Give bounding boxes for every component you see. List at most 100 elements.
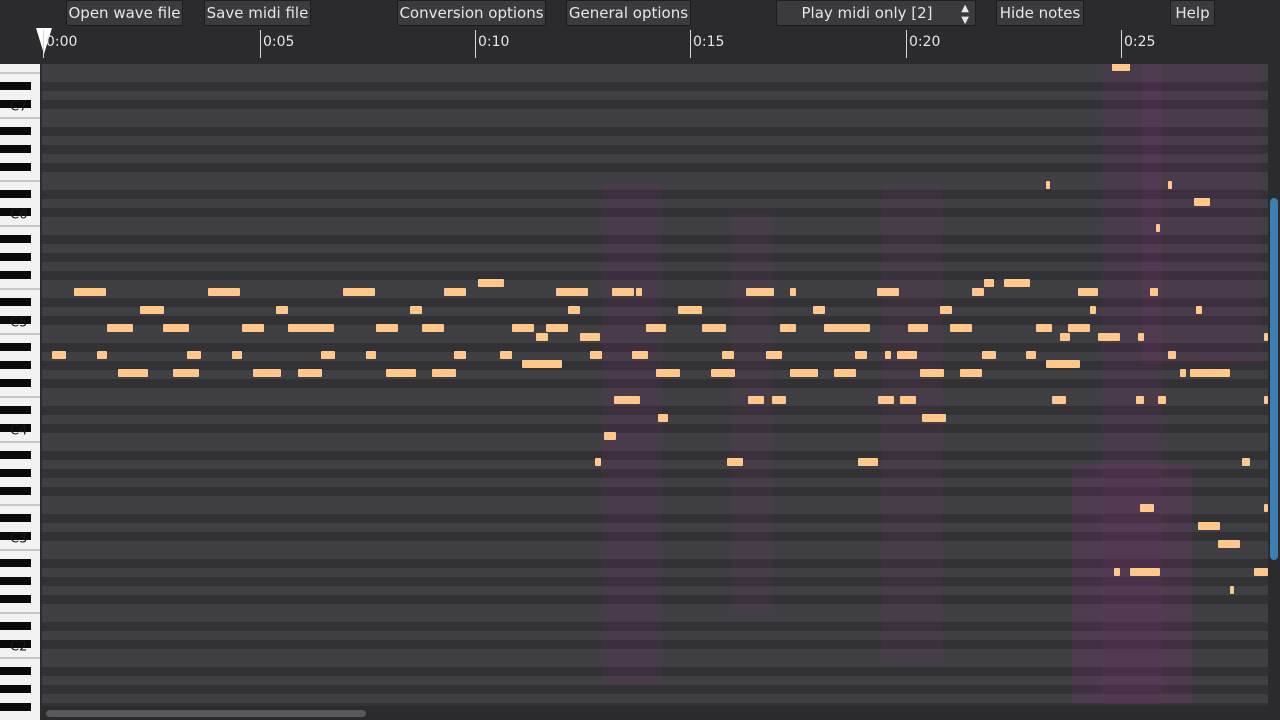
open-wave-file-button[interactable]: Open wave file [66, 0, 183, 26]
timeline-ruler[interactable]: 0:00 0:05 0:10 0:15 0:20 0:25 [36, 28, 1280, 60]
midi-note[interactable] [702, 324, 726, 332]
midi-note[interactable] [1196, 306, 1202, 314]
midi-note[interactable] [1078, 288, 1098, 296]
midi-note[interactable] [1052, 396, 1066, 404]
black-key[interactable] [0, 487, 31, 495]
midi-note[interactable] [1098, 333, 1120, 341]
midi-note[interactable] [253, 369, 281, 377]
horizontal-scroll-thumb[interactable] [46, 710, 366, 717]
midi-note[interactable] [1230, 586, 1234, 594]
black-key[interactable] [0, 577, 31, 585]
midi-note[interactable] [790, 288, 796, 296]
midi-note[interactable] [536, 333, 548, 341]
midi-note[interactable] [1130, 568, 1160, 576]
midi-note[interactable] [1136, 396, 1144, 404]
midi-note[interactable] [950, 324, 972, 332]
midi-note[interactable] [813, 306, 825, 314]
midi-note[interactable] [748, 396, 764, 404]
midi-note[interactable] [834, 369, 856, 377]
black-key[interactable] [0, 190, 31, 198]
midi-note[interactable] [366, 351, 376, 359]
play-mode-select[interactable]: Play midi only [2] ▲ ▼ [776, 0, 976, 26]
midi-note[interactable] [376, 324, 398, 332]
vertical-scrollbar[interactable] [1268, 64, 1280, 708]
midi-note[interactable] [766, 351, 782, 359]
black-key[interactable] [0, 271, 31, 279]
piano-roll[interactable] [42, 64, 1268, 706]
midi-note[interactable] [444, 288, 466, 296]
midi-note[interactable] [1090, 306, 1096, 314]
black-key[interactable] [0, 145, 31, 153]
black-key[interactable] [0, 667, 31, 675]
midi-note[interactable] [855, 351, 867, 359]
midi-note[interactable] [772, 396, 786, 404]
black-key[interactable] [0, 361, 31, 369]
black-key[interactable] [0, 298, 31, 306]
midi-note[interactable] [711, 369, 735, 377]
note-grid[interactable] [42, 64, 1268, 706]
midi-note[interactable] [556, 288, 588, 296]
midi-note[interactable] [922, 414, 946, 422]
midi-note[interactable] [1194, 198, 1210, 206]
horizontal-scrollbar[interactable] [42, 706, 1268, 720]
midi-note[interactable] [298, 369, 322, 377]
midi-note[interactable] [636, 288, 642, 296]
midi-note[interactable] [885, 351, 891, 359]
midi-note[interactable] [386, 369, 416, 377]
black-key[interactable] [0, 235, 31, 243]
midi-note[interactable] [1150, 288, 1158, 296]
hide-notes-button[interactable]: Hide notes [996, 0, 1084, 26]
midi-note[interactable] [173, 369, 199, 377]
midi-note[interactable] [877, 288, 899, 296]
midi-note[interactable] [656, 369, 680, 377]
black-key[interactable] [0, 343, 31, 351]
midi-note[interactable] [1242, 458, 1250, 466]
black-key[interactable] [0, 559, 31, 567]
black-key[interactable] [0, 685, 31, 693]
black-key[interactable] [0, 82, 31, 90]
midi-note[interactable] [678, 306, 702, 314]
midi-note[interactable] [824, 324, 870, 332]
black-key[interactable] [0, 469, 31, 477]
midi-note[interactable] [1156, 224, 1160, 232]
black-key[interactable] [0, 514, 31, 522]
midi-note[interactable] [1112, 64, 1130, 71]
conversion-options-button[interactable]: Conversion options [397, 0, 546, 26]
midi-note[interactable] [1138, 333, 1144, 341]
midi-note[interactable] [52, 351, 66, 359]
midi-note[interactable] [288, 324, 334, 332]
piano-keys[interactable]: C7 C6 C5 C4 C3 C2 [0, 64, 40, 720]
midi-note[interactable] [590, 351, 602, 359]
midi-note[interactable] [454, 351, 466, 359]
midi-note[interactable] [722, 351, 734, 359]
midi-note[interactable] [546, 324, 568, 332]
midi-note[interactable] [163, 324, 189, 332]
midi-note[interactable] [790, 369, 818, 377]
midi-note[interactable] [1026, 351, 1036, 359]
black-key[interactable] [0, 127, 31, 135]
midi-note[interactable] [746, 288, 774, 296]
black-key[interactable] [0, 253, 31, 261]
help-button[interactable]: Help [1170, 0, 1215, 26]
black-key[interactable] [0, 379, 31, 387]
piano-keyboard[interactable]: C7 C6 C5 C4 C3 C2 [0, 64, 40, 720]
black-key[interactable] [0, 595, 31, 603]
midi-note[interactable] [1168, 351, 1176, 359]
midi-note[interactable] [1114, 568, 1120, 576]
midi-note[interactable] [614, 396, 640, 404]
midi-note[interactable] [208, 288, 240, 296]
midi-note[interactable] [74, 288, 106, 296]
midi-note[interactable] [1254, 568, 1268, 576]
midi-note[interactable] [972, 288, 984, 296]
midi-note[interactable] [595, 458, 601, 466]
midi-note[interactable] [1190, 369, 1230, 377]
midi-note[interactable] [432, 369, 456, 377]
midi-note[interactable] [658, 414, 668, 422]
midi-note[interactable] [242, 324, 264, 332]
midi-note[interactable] [1168, 181, 1172, 189]
midi-note[interactable] [1046, 181, 1050, 189]
midi-note[interactable] [97, 351, 107, 359]
black-key[interactable] [0, 703, 31, 711]
midi-note[interactable] [780, 324, 796, 332]
midi-note[interactable] [478, 279, 504, 287]
